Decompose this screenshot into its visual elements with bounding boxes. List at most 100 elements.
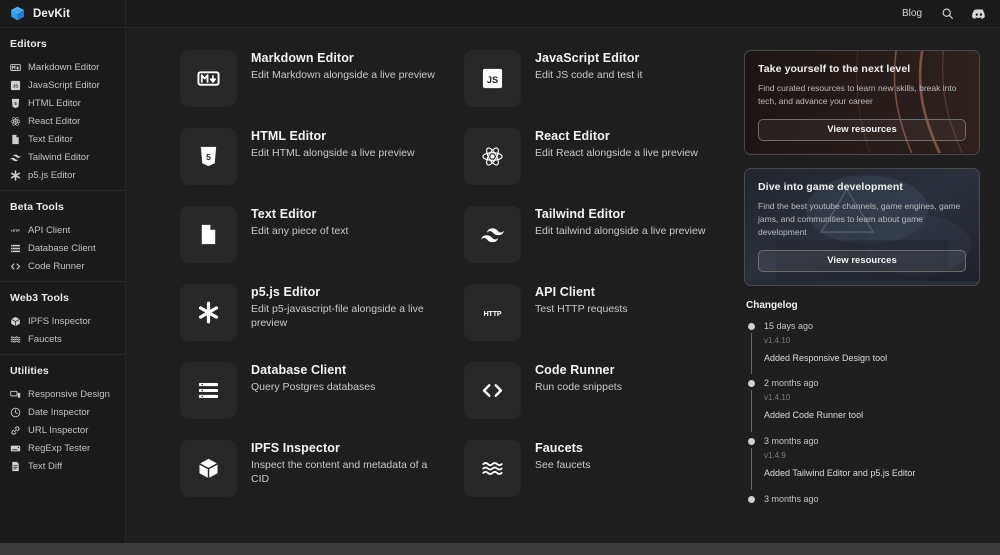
tool-card-text: JavaScript Editor Edit JS code and test i…	[535, 50, 642, 82]
search-icon[interactable]	[940, 7, 954, 21]
document-icon	[10, 134, 21, 145]
sidebar-item-label: Code Runner	[28, 260, 85, 272]
sidebar-item-javascript-editor[interactable]: JS JavaScript Editor	[0, 76, 125, 94]
tool-card-ipfs-inspector[interactable]: IPFS Inspector Inspect the content and me…	[180, 440, 442, 497]
sidebar-group-title: Utilities	[10, 365, 49, 377]
tool-card-faucets[interactable]: Faucets See faucets	[464, 440, 726, 497]
tool-card-desc: Edit HTML alongside a live preview	[251, 147, 415, 159]
brand[interactable]: </> DevKit	[0, 0, 126, 27]
tool-card-title: API Client	[535, 285, 596, 299]
sidebar-item-label: Tailwind Editor	[28, 151, 90, 163]
tool-card-desc: Test HTTP requests	[535, 303, 628, 315]
tool-card-text: React Editor Edit React alongside a live …	[535, 128, 698, 160]
view-resources-button[interactable]: View resources	[758, 249, 966, 272]
sidebar-item-label: RegExp Tester	[28, 442, 91, 454]
tool-card-title: Markdown Editor	[251, 51, 354, 65]
changelog-when: 3 months ago	[764, 493, 819, 504]
changelog-version: v1.4.10	[764, 393, 791, 403]
tool-card-database-client[interactable]: Database Client Query Postgres databases	[180, 362, 442, 419]
promo-desc: Find the best youtube channels, game eng…	[758, 200, 961, 237]
document-icon	[180, 206, 237, 263]
tool-card-javascript-editor[interactable]: JS JavaScript Editor Edit JS code and test…	[464, 50, 726, 107]
tool-card-title: p5.js Editor	[251, 285, 321, 299]
svg-text:5: 5	[206, 152, 211, 162]
sidebar-item-date-inspector[interactable]: Date Inspector	[0, 403, 125, 421]
tool-card-react-editor[interactable]: React Editor Edit React alongside a live …	[464, 128, 726, 185]
timeline-dot-icon	[748, 380, 755, 388]
link-icon	[10, 425, 21, 436]
changelog-desc: Added Responsive Design tool	[764, 352, 888, 363]
sidebar-item-text-editor[interactable]: Text Editor	[0, 130, 125, 148]
devices-icon	[10, 389, 21, 400]
asterisk-icon	[10, 169, 21, 181]
changelog-when: 3 months ago	[764, 436, 819, 447]
main-content: Markdown Editor Edit Markdown alongside a…	[126, 28, 1000, 555]
sidebar-item-tailwind-editor[interactable]: Tailwind Editor	[0, 148, 125, 166]
sidebar-group-title: Web3 Tools	[10, 292, 69, 304]
html5-icon: 5	[180, 128, 237, 185]
timeline-dot-icon	[748, 438, 755, 446]
svg-text:</>: </>	[15, 9, 21, 13]
promo-card-1[interactable]: Take yourself to the next level Find cura…	[744, 50, 980, 155]
sidebar-item-regexp-tester[interactable]: RegExp Tester	[0, 439, 125, 457]
tool-card-api-client[interactable]: HTTP API Client Test HTTP requests	[464, 284, 726, 341]
sidebar-item-label: Markdown Editor	[28, 61, 100, 73]
tool-card-desc: Inspect the content and metadata of a CI…	[251, 459, 428, 486]
tool-card-text: Text Editor Edit any piece of text	[251, 206, 348, 238]
sidebar-item-ipfs-inspector[interactable]: IPFS Inspector	[0, 312, 125, 330]
svg-text:HTTP: HTTP	[11, 229, 20, 233]
tool-card-html-editor[interactable]: 5 HTML Editor Edit HTML alongside a live p…	[180, 128, 442, 185]
cube-icon	[180, 440, 237, 497]
promo-card-2[interactable]: Dive into game development Find the best …	[744, 167, 980, 286]
sidebar-item-label: IPFS Inspector	[28, 315, 91, 327]
sidebar-group-beta-tools: Beta Tools HTTP API Client Database Client C…	[0, 190, 125, 281]
app-title: DevKit	[33, 7, 71, 20]
tailwind-icon	[10, 152, 21, 163]
sidebar-item-api-client[interactable]: HTTP API Client	[0, 221, 125, 239]
sidebar-item-markdown-editor[interactable]: Markdown Editor	[0, 58, 125, 76]
markdown-icon	[10, 62, 21, 73]
tool-card-text: HTML Editor Edit HTML alongside a live pr…	[251, 128, 415, 160]
tool-card-code-runner[interactable]: Code Runner Run code snippets	[464, 362, 726, 419]
tool-card-desc: Edit p5-javascript-file alongside a live…	[251, 303, 424, 330]
tool-card-text: Database Client Query Postgres databases	[251, 362, 375, 394]
tool-card-title: HTML Editor	[251, 129, 327, 143]
view-resources-button[interactable]: View resources	[758, 118, 966, 141]
tool-card-p5-js-editor[interactable]: p5.js Editor Edit p5-javascript-file alon…	[180, 284, 442, 341]
markdown-icon	[180, 50, 237, 107]
asterisk-icon	[180, 284, 237, 341]
tool-card-markdown-editor[interactable]: Markdown Editor Edit Markdown alongside a…	[180, 50, 442, 107]
sidebar-item-responsive-design[interactable]: Responsive Design	[0, 385, 125, 403]
tool-card-text-editor[interactable]: Text Editor Edit any piece of text	[180, 206, 442, 263]
tailwind-icon	[464, 206, 521, 263]
changelog-list: 15 days ago v1.4.10 Added Responsive Desig…	[744, 321, 980, 504]
changelog-version: v1.4.10	[764, 335, 791, 345]
tool-card-title: Code Runner	[535, 363, 615, 377]
discord-icon[interactable]	[972, 7, 986, 21]
sidebar-item-url-inspector[interactable]: URL Inspector	[0, 421, 125, 439]
sidebar-item-react-editor[interactable]: React Editor	[0, 112, 125, 130]
tool-card-title: Database Client	[251, 363, 347, 377]
tool-card-tailwind-editor[interactable]: Tailwind Editor Edit tailwind alongside a…	[464, 206, 726, 263]
changelog-title: Changelog	[746, 299, 798, 311]
sidebar-item-label: p5.js Editor	[28, 169, 76, 181]
tool-card-text: Faucets See faucets	[535, 440, 590, 472]
sidebar-item-label: Date Inspector	[28, 406, 90, 418]
sidebar-item-label: Text Editor	[28, 133, 73, 145]
sidebar-item-text-diff[interactable]: Text Diff	[0, 457, 125, 475]
sidebar-item-code-runner[interactable]: Code Runner	[0, 257, 125, 275]
sidebar-item-database-client[interactable]: Database Client	[0, 239, 125, 257]
tool-card-text: Markdown Editor Edit Markdown alongside a…	[251, 50, 435, 82]
sidebar-item-html-editor[interactable]: 5 HTML Editor	[0, 94, 125, 112]
sidebar-item-label: API Client	[28, 224, 71, 236]
html5-icon: 5	[10, 98, 21, 109]
tool-card-text: IPFS Inspector Inspect the content and me…	[251, 440, 442, 487]
blog-link[interactable]: Blog	[902, 8, 922, 19]
sidebar-item-p5-js-editor[interactable]: p5.js Editor	[0, 166, 125, 184]
sidebar: Editors Markdown Editor JS JavaScript Edito…	[0, 28, 126, 555]
sidebar-item-faucets[interactable]: Faucets	[0, 330, 125, 348]
code-cube-logo-icon: </>	[9, 5, 26, 22]
sidebar-group-web3-tools: Web3 Tools IPFS Inspector Faucets	[0, 281, 125, 354]
sidebar-item-label: Faucets	[28, 333, 62, 345]
svg-text:JS: JS	[487, 75, 498, 85]
